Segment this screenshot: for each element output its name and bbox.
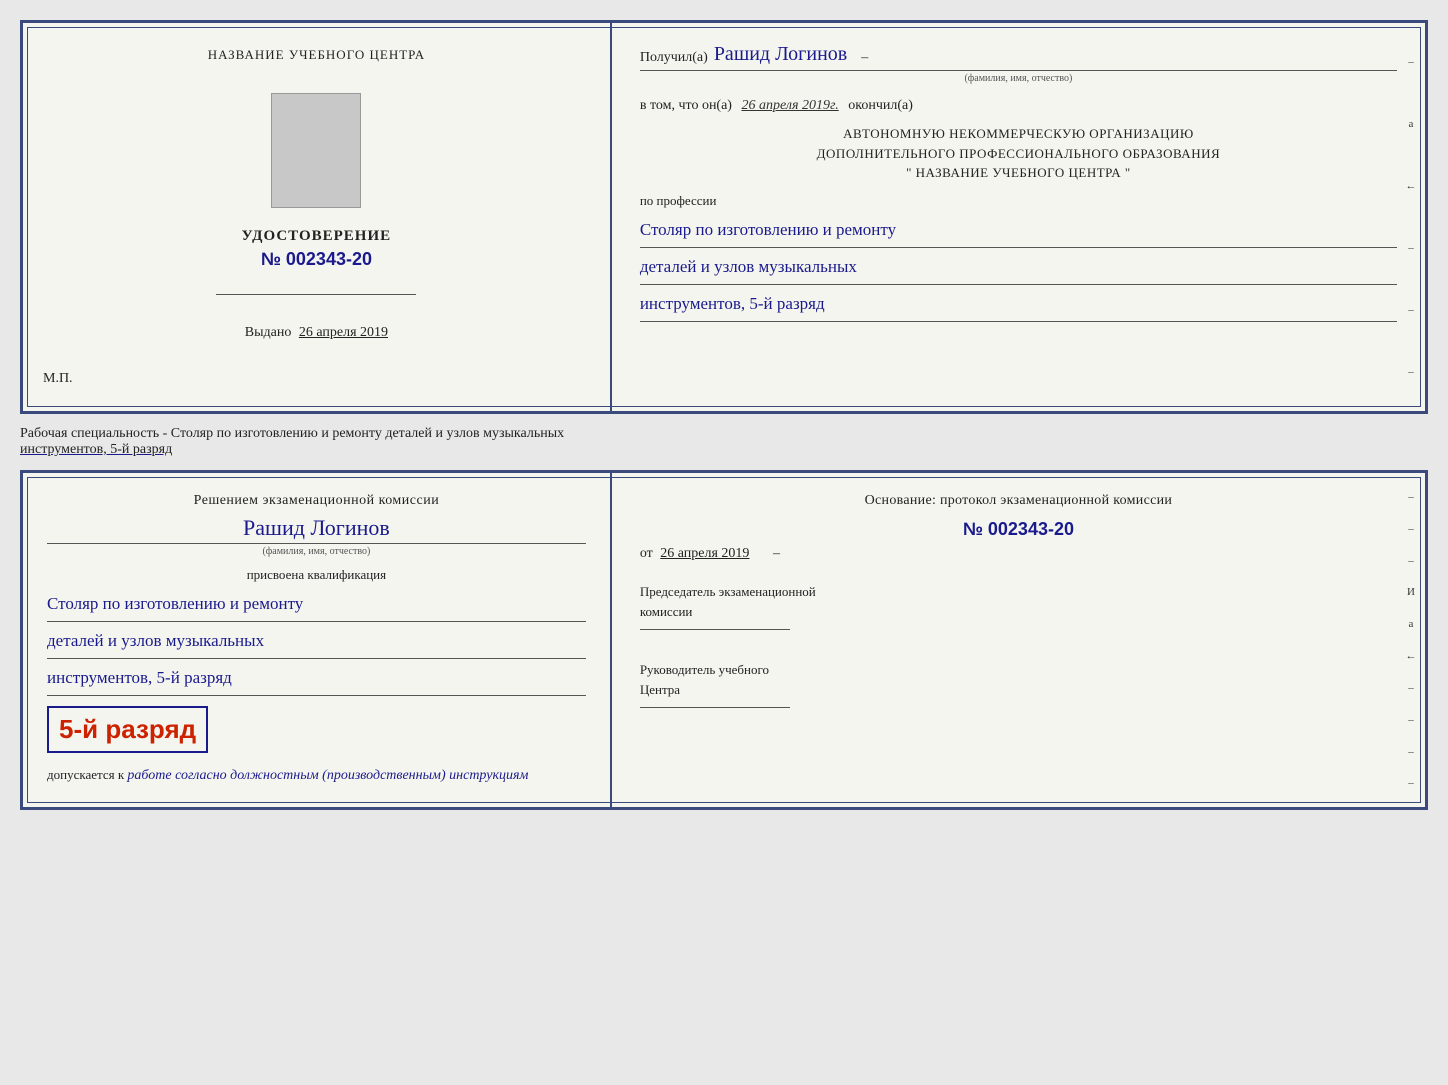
side-char-b8: – <box>1408 714 1414 726</box>
side-strip-bottom: – – – И а ← – – – – <box>1397 473 1425 807</box>
side-char-1: – <box>1408 56 1414 68</box>
org-line3: " НАЗВАНИЕ УЧЕБНОГО ЦЕНТРА " <box>640 163 1397 183</box>
rukovoditel-signature-line <box>640 707 790 708</box>
profession-line1-top: Столяр по изготовлению и ремонту <box>640 213 1397 248</box>
side-char-b4: И <box>1407 586 1415 598</box>
chairman-signature-line <box>640 629 790 630</box>
top-cert-right: Получил(а) Рашид Логинов – (фамилия, имя… <box>612 23 1425 411</box>
resheniem-text: Решением экзаменационной комиссии <box>47 493 586 509</box>
side-char-3: ← <box>1405 180 1416 192</box>
profession-block-top: Столяр по изготовлению и ремонту деталей… <box>640 213 1397 322</box>
side-char-b1: – <box>1408 491 1414 503</box>
vtom-date: 26 апреля 2019г. <box>741 98 838 113</box>
ot-prefix: от <box>640 546 653 561</box>
middle-text-line2: инструментов, 5-й разряд <box>20 442 172 457</box>
bottom-certificate: Решением экзаменационной комиссии Рашид … <box>20 470 1428 810</box>
poluchil-row: Получил(а) Рашид Логинов – <box>640 43 1397 66</box>
prof-bottom-1: Столяр по изготовлению и ремонту <box>47 587 586 622</box>
dash-top: – <box>861 50 868 66</box>
okončil-label: окончил(а) <box>848 98 913 113</box>
ot-date: 26 апреля 2019 <box>660 546 749 561</box>
rukovoditel-line1: Руководитель учебного <box>640 660 1397 680</box>
side-char-6: – <box>1408 366 1414 378</box>
top-cert-left: НАЗВАНИЕ УЧЕБНОГО ЦЕНТРА УДОСТОВЕРЕНИЕ №… <box>23 23 612 411</box>
org-line2: ДОПОЛНИТЕЛЬНОГО ПРОФЕССИОНАЛЬНОГО ОБРАЗО… <box>640 144 1397 164</box>
prof-bottom-3: инструментов, 5-й разряд <box>47 661 586 696</box>
bottom-cert-left: Решением экзаменационной комиссии Рашид … <box>23 473 612 807</box>
rukovoditel-line2: Центра <box>640 680 1397 700</box>
profession-line3-top: инструментов, 5-й разряд <box>640 287 1397 322</box>
rukovoditel-block: Руководитель учебного Центра <box>640 660 1397 708</box>
fio-sublabel-top: (фамилия, имя, отчество) <box>640 70 1397 84</box>
dopuskaetsya-italic: работе согласно должностным (производств… <box>127 768 528 783</box>
side-char-b5: а <box>1409 618 1414 630</box>
prisvoena-text: присвоена квалификация <box>47 567 586 583</box>
side-char-4: – <box>1408 242 1414 254</box>
udostoverenie-label: УДОСТОВЕРЕНИЕ <box>242 228 392 245</box>
org-line1: АВТОНОМНУЮ НЕКОММЕРЧЕСКУЮ ОРГАНИЗАЦИЮ <box>640 124 1397 144</box>
protocol-number-bottom: № 002343-20 <box>640 519 1397 540</box>
chairman-line1: Председатель экзаменационной <box>640 582 1397 602</box>
vydano-label: Выдано <box>245 325 292 340</box>
photo-placeholder <box>271 93 361 208</box>
rank-badge: 5-й разряд <box>47 706 208 753</box>
prof-bottom-2: деталей и узлов музыкальных <box>47 624 586 659</box>
side-char-b7: – <box>1408 682 1414 694</box>
ot-dash: – <box>773 546 780 561</box>
side-char-b2: – <box>1408 523 1414 535</box>
school-name-top: НАЗВАНИЕ УЧЕБНОГО ЦЕНТРА <box>208 47 425 63</box>
top-certificate: НАЗВАНИЕ УЧЕБНОГО ЦЕНТРА УДОСТОВЕРЕНИЕ №… <box>20 20 1428 414</box>
ot-row: от 26 апреля 2019 – <box>640 546 1397 562</box>
po-professii: по профессии <box>640 193 1397 209</box>
recipient-name-bottom: Рашид Логинов <box>47 515 586 541</box>
page-wrapper: НАЗВАНИЕ УЧЕБНОГО ЦЕНТРА УДОСТОВЕРЕНИЕ №… <box>20 20 1428 810</box>
cert-number-top: № 002343-20 <box>261 249 372 270</box>
osnovanie-text: Основание: протокол экзаменационной коми… <box>640 493 1397 509</box>
fio-sublabel-bottom: (фамилия, имя, отчество) <box>47 543 586 557</box>
bottom-cert-right: Основание: протокол экзаменационной коми… <box>612 473 1425 807</box>
rank-badge-text: 5-й разряд <box>59 714 196 744</box>
side-char-5: – <box>1408 304 1414 316</box>
side-char-b10: – <box>1408 777 1414 789</box>
profession-line2-top: деталей и узлов музыкальных <box>640 250 1397 285</box>
mp-label: М.П. <box>43 341 73 387</box>
middle-label: Рабочая специальность - Столяр по изгото… <box>20 422 1428 462</box>
side-char-b3: – <box>1408 555 1414 567</box>
recipient-name-top: Рашид Логинов <box>714 43 847 66</box>
chairman-line2: комиссии <box>640 602 1397 622</box>
side-strip-top: – а ← – – – <box>1397 23 1425 411</box>
vtom-row: в том, что он(а) 26 апреля 2019г. окончи… <box>640 98 1397 114</box>
dopuskaetsya-row: допускается к работе согласно должностны… <box>47 765 586 787</box>
chairman-block: Председатель экзаменационной комиссии <box>640 582 1397 630</box>
dopuskaetsya-prefix: допускается к <box>47 767 124 782</box>
poluchil-label: Получил(а) <box>640 50 708 66</box>
profession-block-bottom: Столяр по изготовлению и ремонту деталей… <box>47 587 586 696</box>
side-char-2: а <box>1409 118 1414 130</box>
side-char-b6: ← <box>1405 650 1416 662</box>
vydano-date: 26 апреля 2019 <box>299 325 388 340</box>
side-char-b9: – <box>1408 746 1414 758</box>
vydano-row: Выдано 26 апреля 2019 <box>245 325 388 341</box>
middle-text-prefix: Рабочая специальность - Столяр по изгото… <box>20 426 564 441</box>
org-block: АВТОНОМНУЮ НЕКОММЕРЧЕСКУЮ ОРГАНИЗАЦИЮ ДО… <box>640 124 1397 183</box>
vtom-prefix: в том, что он(а) <box>640 98 732 113</box>
